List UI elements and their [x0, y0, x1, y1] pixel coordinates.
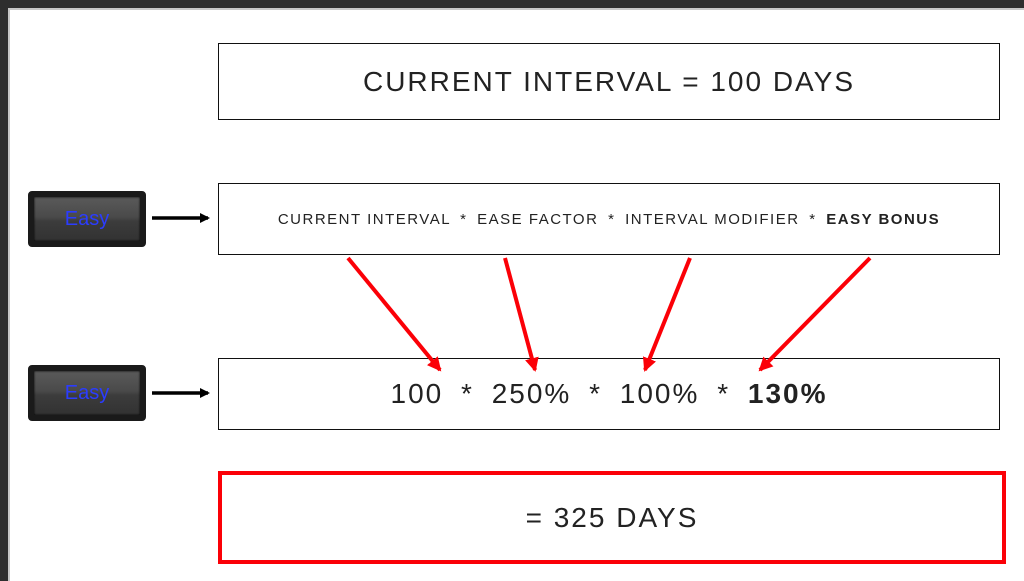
formula-term-interval-modifier: INTERVAL MODIFIER [625, 211, 799, 228]
value-ease-factor: 250% [492, 378, 572, 409]
easy-button-2[interactable]: Easy [28, 365, 146, 421]
current-interval-text: CURRENT INTERVAL = 100 DAYS [363, 66, 855, 98]
multiply-icon: * [805, 211, 820, 228]
formula-term-current-interval: CURRENT INTERVAL [278, 211, 451, 228]
formula-term-easy-bonus: EASY BONUS [826, 211, 940, 228]
easy-button-1[interactable]: Easy [28, 191, 146, 247]
multiply-icon: * [709, 378, 738, 409]
current-interval-box: CURRENT INTERVAL = 100 DAYS [218, 43, 1000, 120]
formula-term-ease-factor: EASE FACTOR [477, 211, 598, 228]
result-box: = 325 DAYS [218, 471, 1006, 564]
value-easy-bonus: 130% [748, 378, 828, 409]
value-current-interval: 100 [391, 378, 444, 409]
multiply-icon: * [581, 378, 610, 409]
easy-button-2-label: Easy [65, 382, 109, 405]
multiply-icon: * [453, 378, 482, 409]
value-interval-modifier: 100% [620, 378, 700, 409]
result-text: = 325 DAYS [526, 502, 699, 534]
multiply-icon: * [604, 211, 619, 228]
values-box: 100 * 250% * 100% * 130% [218, 358, 1000, 430]
slide-canvas: CURRENT INTERVAL = 100 DAYS Easy CURRENT… [8, 8, 1024, 581]
easy-button-1-label: Easy [65, 208, 109, 231]
formula-box: CURRENT INTERVAL * EASE FACTOR * INTERVA… [218, 183, 1000, 255]
multiply-icon: * [456, 211, 471, 228]
